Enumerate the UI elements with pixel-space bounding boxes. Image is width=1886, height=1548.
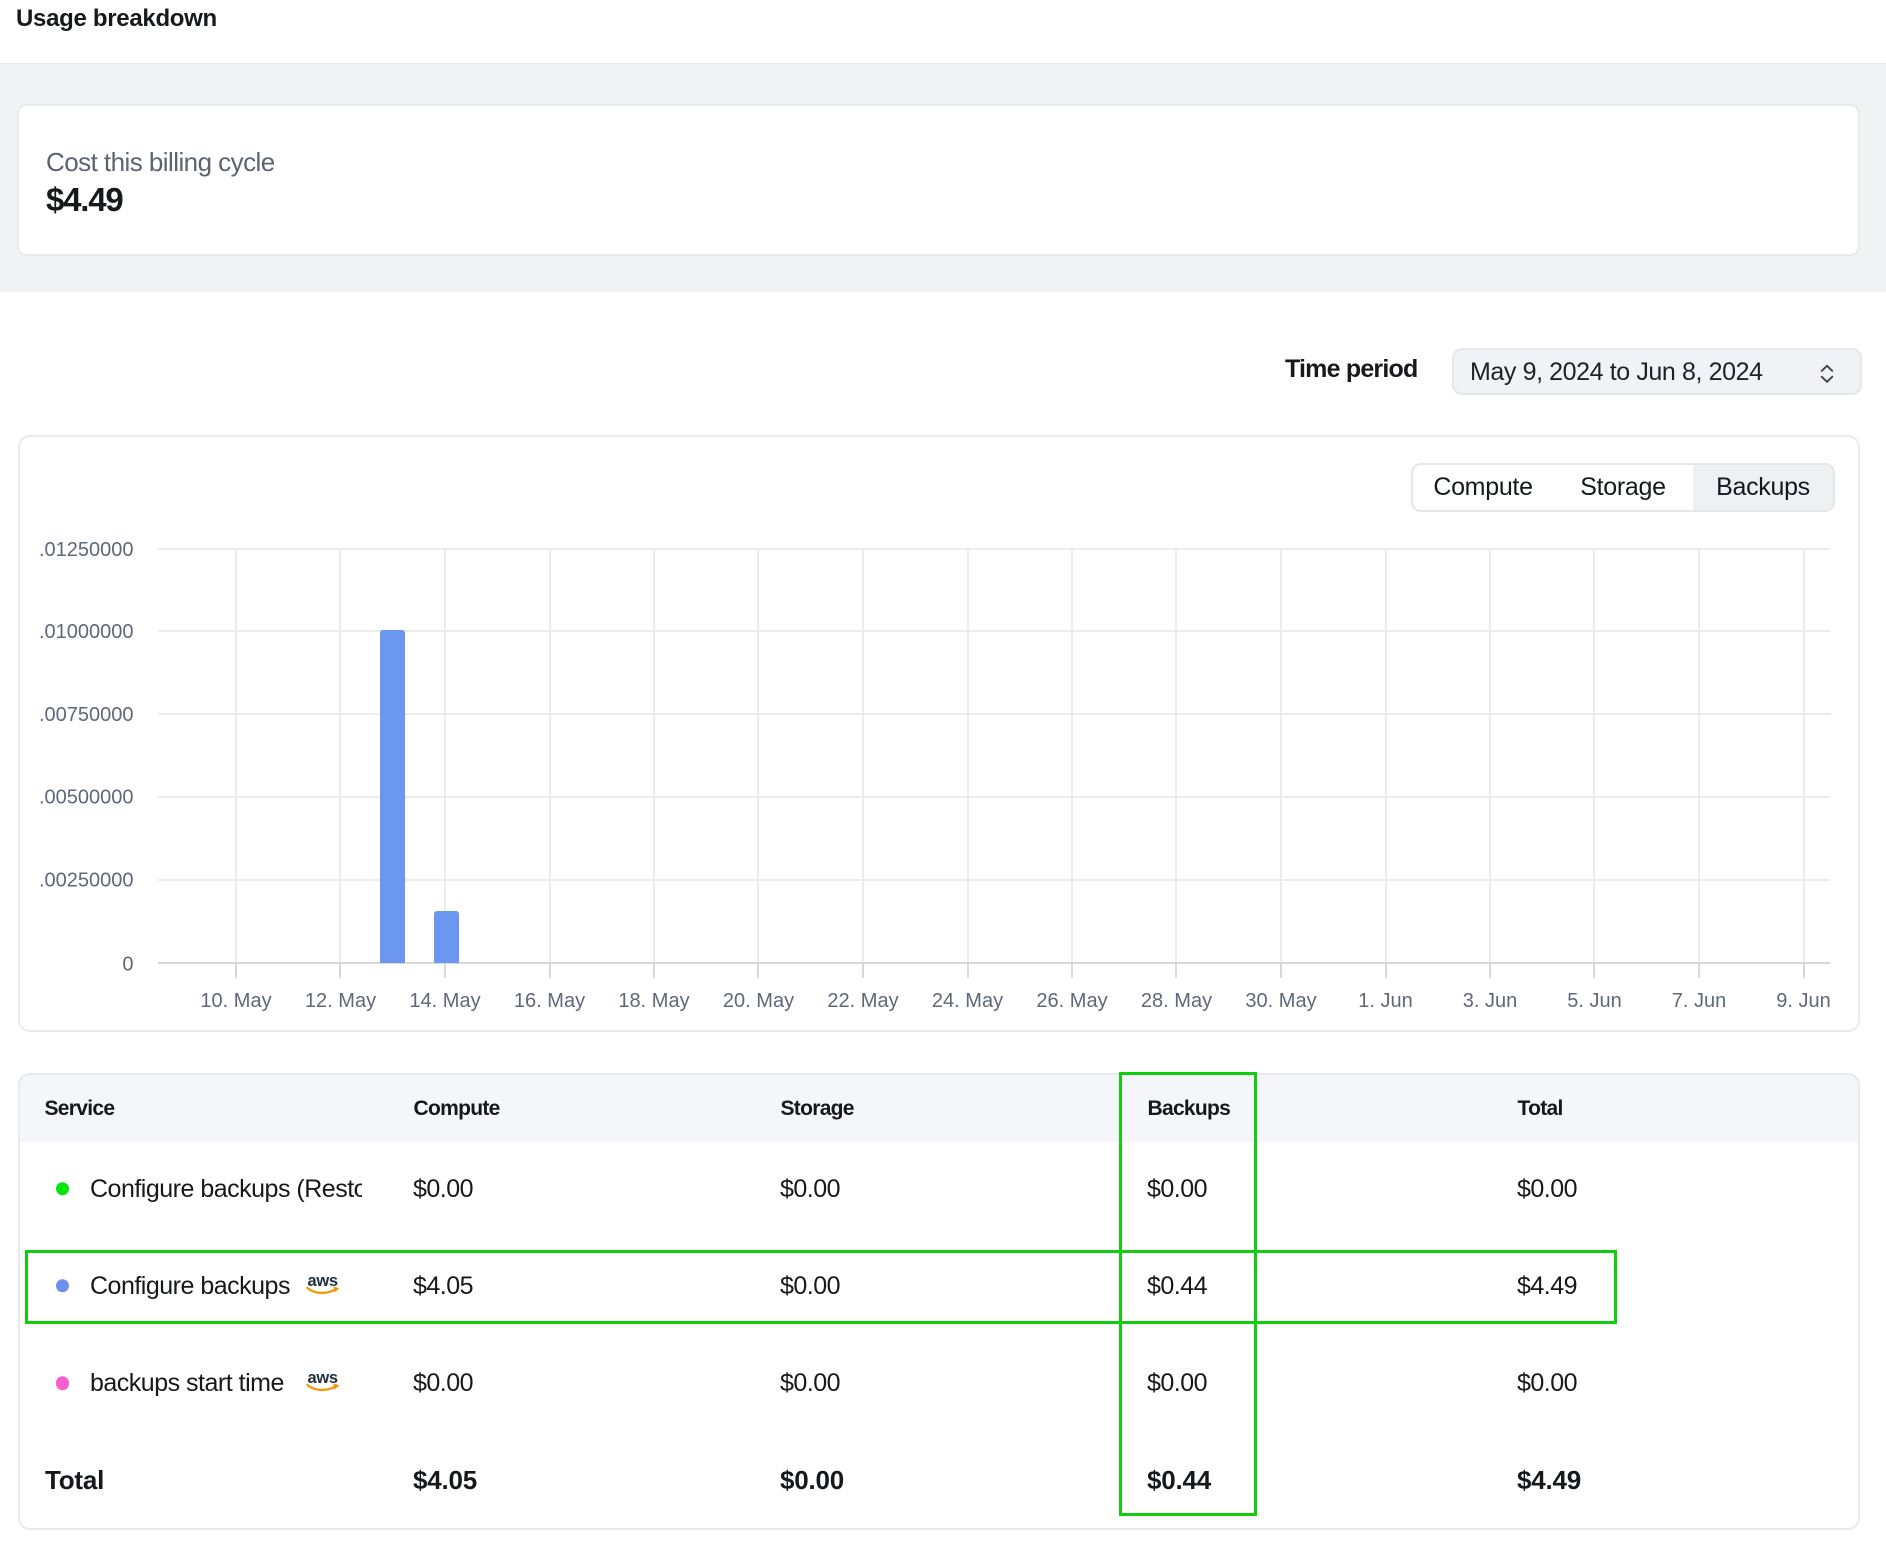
svg-text:.00500000: .00500000	[39, 787, 134, 809]
svg-text:22. May: 22. May	[827, 990, 898, 1012]
svg-text:.00750000: .00750000	[39, 704, 134, 726]
svg-text:26. May: 26. May	[1036, 990, 1107, 1012]
svg-text:1. Jun: 1. Jun	[1358, 990, 1412, 1012]
svg-text:18. May: 18. May	[618, 990, 689, 1012]
svg-text:14. May: 14. May	[409, 990, 480, 1012]
svg-text:5. Jun: 5. Jun	[1567, 990, 1621, 1012]
svg-text:.00250000: .00250000	[39, 870, 134, 892]
svg-text:10. May: 10. May	[200, 990, 271, 1012]
svg-text:16. May: 16. May	[514, 990, 585, 1012]
svg-text:12. May: 12. May	[305, 990, 376, 1012]
svg-text:.01250000: .01250000	[39, 539, 134, 561]
svg-text:aws: aws	[308, 1372, 338, 1388]
svg-text:3. Jun: 3. Jun	[1463, 990, 1517, 1012]
svg-text:20. May: 20. May	[723, 990, 794, 1012]
svg-text:30. May: 30. May	[1245, 990, 1316, 1012]
svg-text:0: 0	[122, 953, 133, 975]
svg-text:.01000000: .01000000	[39, 621, 134, 643]
svg-text:9. Jun: 9. Jun	[1776, 990, 1830, 1012]
svg-text:7. Jun: 7. Jun	[1672, 990, 1726, 1012]
svg-text:28. May: 28. May	[1141, 990, 1212, 1012]
svg-text:24. May: 24. May	[932, 990, 1003, 1012]
